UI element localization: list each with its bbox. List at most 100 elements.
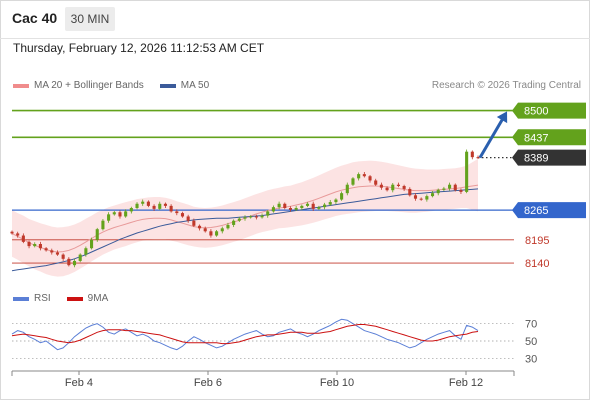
candle-body [465, 151, 469, 192]
candle-body [311, 203, 315, 209]
candle-body [163, 203, 167, 206]
candle-body [476, 157, 480, 159]
candle-body [374, 180, 378, 185]
candle-body [84, 248, 88, 255]
candle-body [72, 260, 77, 266]
candle-body [101, 220, 105, 230]
candle-body [419, 198, 423, 200]
candle-body [226, 224, 230, 229]
level-label-8265: 8265 [524, 205, 548, 217]
candle-body [351, 178, 355, 185]
candle-body [50, 250, 54, 253]
rsi-tick-50: 50 [525, 336, 537, 348]
candle-body [169, 205, 173, 212]
candle-body [203, 228, 207, 232]
candle-body [362, 174, 366, 177]
rsi-tick-30: 30 [525, 353, 537, 365]
candle-body [379, 184, 383, 188]
candle-body [243, 217, 247, 219]
candle-body [294, 208, 298, 210]
candle-body [249, 216, 253, 218]
candle-body [237, 218, 241, 221]
candle-body [470, 151, 474, 158]
candle-body [288, 208, 293, 210]
candle-body [27, 241, 31, 247]
time-label-feb-10: Feb 10 [320, 377, 354, 389]
candle-body [67, 258, 71, 266]
candle-body [10, 231, 14, 234]
time-label-feb-4: Feb 4 [65, 377, 93, 389]
chart-canvas: 850084378389826581958140 705030 Feb 4 Feb… [10, 102, 586, 389]
candle-body [197, 225, 202, 229]
candle-body [146, 201, 150, 206]
candle-body [385, 187, 389, 191]
candle-body [254, 216, 258, 218]
candle-body [283, 203, 287, 208]
candle-body [220, 228, 224, 232]
candle-body [271, 207, 275, 212]
candle-body [402, 185, 406, 189]
candle-body [180, 213, 185, 217]
candle-body [391, 184, 395, 191]
level-label-8140: 8140 [525, 258, 549, 270]
candle-body [345, 184, 349, 194]
candle-body [459, 190, 463, 192]
candle-body [305, 203, 310, 206]
candle-body [135, 203, 139, 208]
candle-body [334, 199, 338, 203]
candle-body [413, 195, 418, 199]
candle-body [260, 215, 264, 218]
candle-body [55, 252, 60, 255]
candle-body [436, 189, 440, 194]
candle-body [408, 188, 412, 196]
candle-body [192, 220, 196, 226]
candle-body [448, 184, 452, 189]
candle-body [266, 211, 270, 216]
candle-body [152, 205, 156, 209]
candle-body [357, 174, 361, 179]
candle-body [175, 211, 179, 214]
candle-body [90, 239, 94, 249]
candle-body [300, 205, 304, 208]
candle-body [368, 176, 372, 181]
candle-body [112, 212, 116, 215]
candle-body [186, 216, 190, 221]
candle-body [95, 229, 99, 240]
price-chart: 8500 8437 8389 8265 8195 8140 [10, 102, 586, 277]
candle-body [158, 203, 162, 209]
candle-body [317, 207, 321, 209]
candle-body [141, 201, 145, 204]
rsi-chart: 70 50 30 [11, 319, 537, 365]
time-axis: Feb 4 Feb 6 Feb 10 Feb 12 [11, 370, 515, 389]
candle-body [38, 244, 42, 249]
level-label-8389: 8389 [524, 153, 548, 165]
candle-body [129, 208, 133, 212]
candle-body [215, 231, 219, 236]
candle-body [453, 184, 457, 191]
candle-body [107, 214, 111, 221]
candle-body [396, 184, 400, 186]
level-label-8195: 8195 [525, 235, 549, 247]
candle-body [61, 254, 65, 259]
level-label-8437: 8437 [524, 132, 548, 144]
candle-body [33, 244, 37, 247]
candle-body [21, 235, 25, 242]
level-label-8500: 8500 [524, 106, 548, 118]
candle-body [277, 203, 281, 208]
candle-body [323, 204, 327, 208]
candle-body [16, 233, 20, 236]
candle-body [209, 231, 213, 236]
candle-body [118, 212, 122, 217]
candle-body [442, 188, 446, 190]
time-label-feb-12: Feb 12 [449, 377, 483, 389]
candle-body [425, 196, 429, 200]
candle-body [78, 254, 82, 261]
candle-body [430, 193, 435, 197]
candle-body [340, 193, 344, 200]
candle-body [328, 202, 332, 205]
candle-body [232, 220, 236, 225]
time-label-feb-6: Feb 6 [194, 377, 222, 389]
rsi-tick-70: 70 [525, 319, 537, 331]
candle-body [44, 248, 48, 251]
candle-body [124, 211, 128, 217]
